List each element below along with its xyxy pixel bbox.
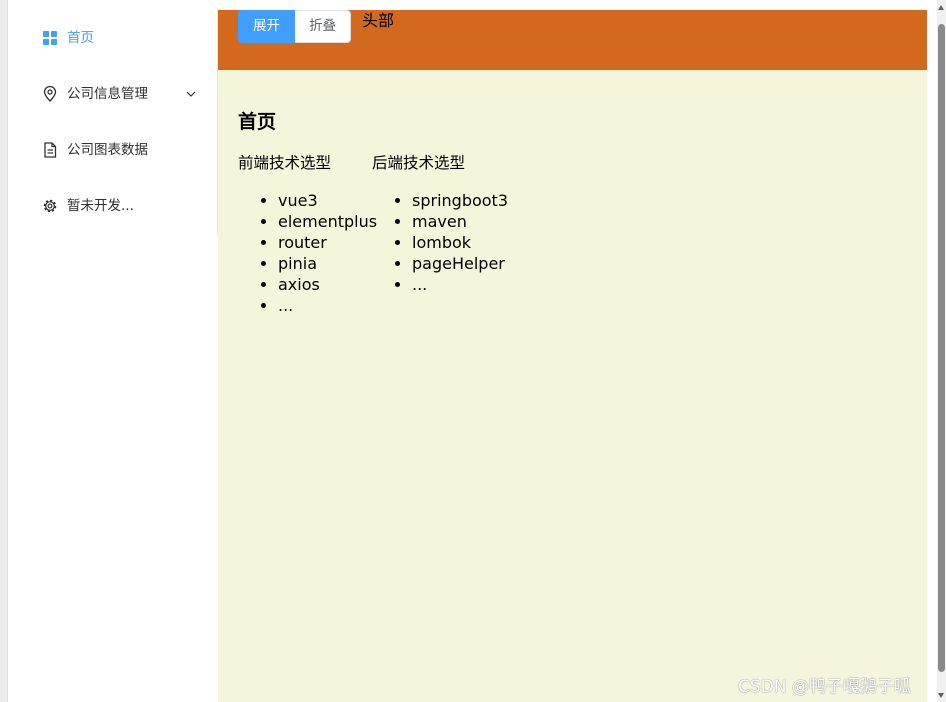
sidebar-menu: 首页 公司信息管理 公司图表数据 暂未开发... <box>8 10 218 234</box>
grid-icon <box>41 29 59 47</box>
backend-tech-list: springboot3 maven lombok pageHelper ... <box>372 190 508 295</box>
main-area: 展开 折叠 头部 首页 前端技术选型 后端技术选型 vue3 elementpl… <box>218 10 927 702</box>
sidebar-item-label: 公司图表数据 <box>67 142 148 158</box>
chevron-down-icon <box>184 87 198 101</box>
expand-button[interactable]: 展开 <box>238 10 295 43</box>
list-item: pageHelper <box>412 253 508 274</box>
sidebar-item-home[interactable]: 首页 <box>8 10 218 66</box>
list-item: lombok <box>412 232 508 253</box>
sidebar-item-label: 公司信息管理 <box>67 86 148 102</box>
toggle-button-group: 展开 折叠 <box>238 10 351 43</box>
list-item: ... <box>412 274 508 295</box>
sidebar-item-company-charts[interactable]: 公司图表数据 <box>8 122 218 178</box>
scrollbar-thumb[interactable] <box>938 24 945 672</box>
list-item: axios <box>278 274 377 295</box>
sidebar-item-label: 首页 <box>67 30 94 46</box>
document-icon <box>41 141 59 159</box>
sidebar-item-company-info[interactable]: 公司信息管理 <box>8 66 218 122</box>
frontend-tech-list: vue3 elementplus router pinia axios ... <box>238 190 377 316</box>
watermark: CSDN @鸭子嘎鹅子呱 <box>738 677 911 697</box>
vertical-scrollbar[interactable] <box>937 0 946 702</box>
scroll-down-arrow-icon[interactable] <box>938 693 944 698</box>
list-item: vue3 <box>278 190 377 211</box>
list-item: elementplus <box>278 211 377 232</box>
sidebar-item-label: 暂未开发... <box>67 198 134 214</box>
list-item: ... <box>278 295 377 316</box>
location-icon <box>41 85 59 103</box>
sidebar-item-under-development[interactable]: 暂未开发... <box>8 178 218 234</box>
scroll-up-arrow-icon[interactable] <box>938 5 944 10</box>
list-item: router <box>278 232 377 253</box>
gear-icon <box>41 197 59 215</box>
header-title: 头部 <box>362 11 395 30</box>
header-bar: 展开 折叠 头部 <box>218 10 927 70</box>
collapse-button[interactable]: 折叠 <box>295 10 351 43</box>
page-title: 首页 <box>238 111 277 133</box>
list-item: springboot3 <box>412 190 508 211</box>
list-item: pinia <box>278 253 377 274</box>
frontend-section-title: 前端技术选型 <box>238 154 332 172</box>
backend-section-title: 后端技术选型 <box>372 154 466 172</box>
list-item: maven <box>412 211 508 232</box>
